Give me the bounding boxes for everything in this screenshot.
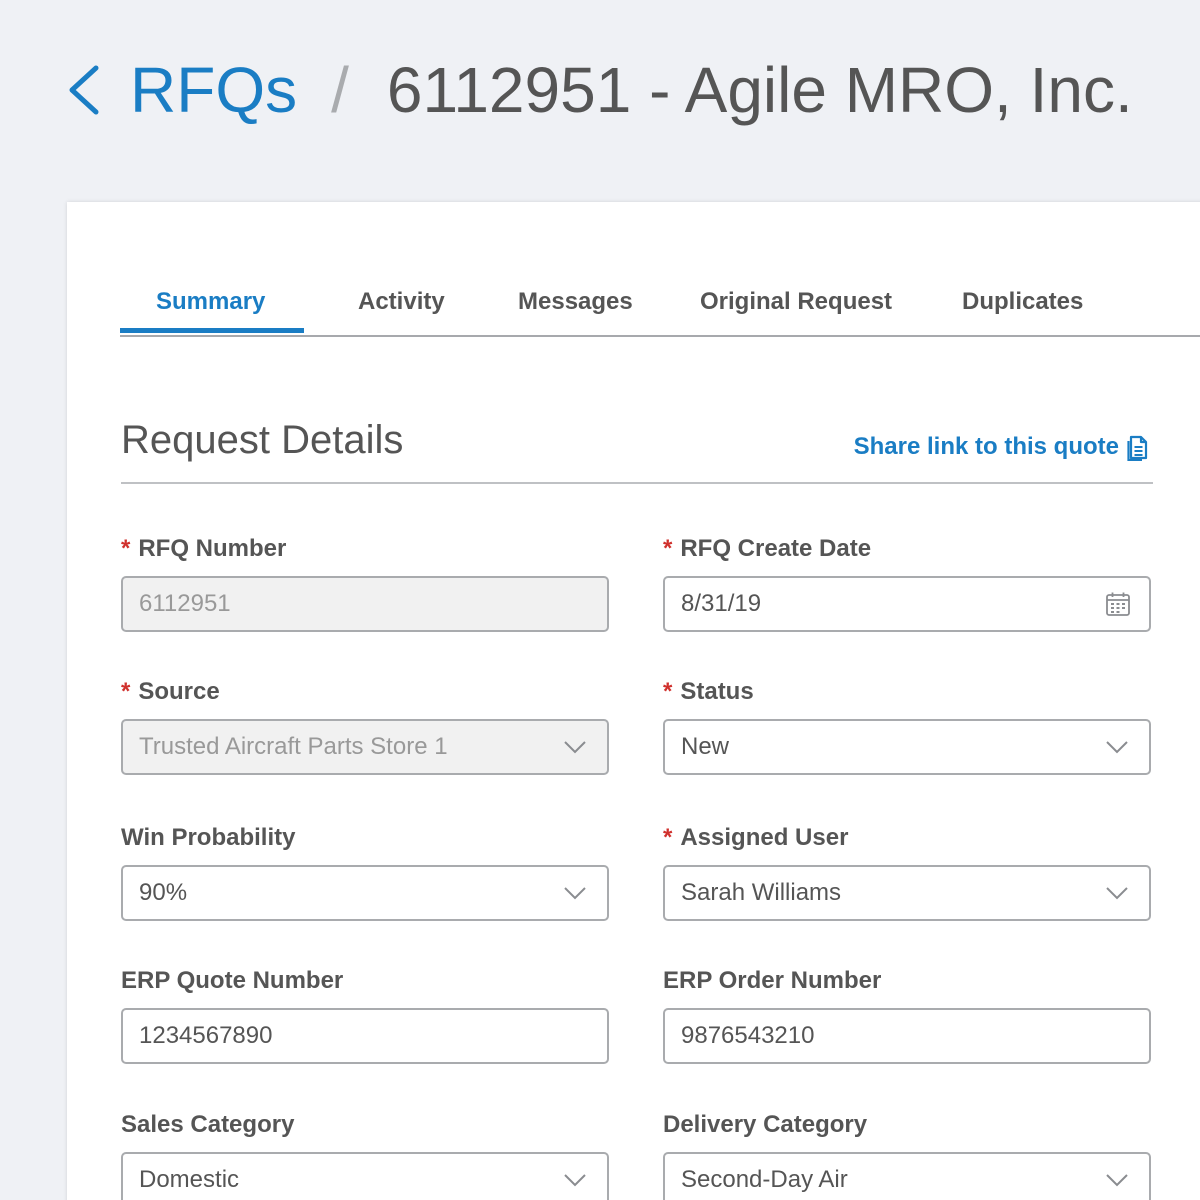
- rfq-number-value: 6112951: [139, 590, 231, 617]
- status-select[interactable]: New: [663, 719, 1151, 775]
- win-probability-label: Win Probability: [121, 824, 296, 851]
- field-erp-order-number: ERP Order Number 9876543210: [663, 967, 1151, 1064]
- erp-order-number-input[interactable]: 9876543210: [663, 1008, 1151, 1064]
- field-sales-category: Sales Category Domestic: [121, 1111, 609, 1200]
- assigned-user-value: Sarah Williams: [681, 879, 842, 906]
- required-marker: *: [121, 535, 131, 562]
- chevron-down-icon: [564, 1174, 586, 1187]
- assigned-user-select[interactable]: Sarah Williams: [663, 865, 1151, 921]
- rfq-number-input[interactable]: 6112951: [121, 576, 609, 632]
- win-probability-select[interactable]: 90%: [121, 865, 609, 921]
- field-delivery-category: Delivery Category Second-Day Air: [663, 1111, 1151, 1200]
- field-source: * Source Trusted Aircraft Parts Store 1: [121, 678, 609, 775]
- calendar-icon[interactable]: [1105, 591, 1131, 617]
- share-link-label: Share link to this quote: [853, 433, 1119, 460]
- tab-duplicates[interactable]: Duplicates: [962, 288, 1083, 316]
- chevron-down-icon: [1106, 1174, 1128, 1187]
- delivery-category-value: Second-Day Air: [681, 1166, 848, 1193]
- chevron-down-icon: [1106, 741, 1128, 754]
- erp-quote-number-input[interactable]: 1234567890: [121, 1008, 609, 1064]
- win-probability-value: 90%: [139, 879, 188, 906]
- erp-quote-number-label: ERP Quote Number: [121, 967, 344, 994]
- page-title: 6112951 - Agile MRO, Inc.: [386, 54, 1133, 126]
- breadcrumb-separator: /: [331, 54, 349, 126]
- chevron-down-icon: [564, 887, 586, 900]
- field-win-probability: Win Probability 90%: [121, 824, 609, 921]
- status-label: * Status: [663, 678, 754, 705]
- field-assigned-user: * Assigned User Sarah Williams: [663, 824, 1151, 921]
- breadcrumb: RFQs / 6112951 - Agile MRO, Inc.: [66, 58, 1133, 122]
- tab-original-request[interactable]: Original Request: [700, 288, 892, 316]
- chevron-down-icon: [1106, 887, 1128, 900]
- delivery-category-label: Delivery Category: [663, 1111, 868, 1138]
- tab-messages[interactable]: Messages: [518, 288, 633, 316]
- rfq-create-date-value: 8/31/19: [681, 590, 762, 617]
- sales-category-select[interactable]: Domestic: [121, 1152, 609, 1200]
- chevron-left-icon: [69, 65, 99, 115]
- sales-category-label: Sales Category: [121, 1111, 295, 1138]
- field-erp-quote-number: ERP Quote Number 1234567890: [121, 967, 609, 1064]
- share-link-button[interactable]: Share link to this quote: [854, 433, 1149, 461]
- source-label: * Source: [121, 678, 220, 705]
- assigned-user-label: * Assigned User: [663, 824, 849, 851]
- document-copy-icon: [1127, 435, 1148, 461]
- back-to-rfqs-link[interactable]: RFQs: [66, 58, 297, 122]
- field-status: * Status New: [663, 678, 1151, 775]
- section-title: Request Details: [121, 418, 404, 462]
- tab-bar: Summary Activity Messages Original Reque…: [120, 271, 1200, 337]
- tab-activity[interactable]: Activity: [358, 288, 445, 316]
- rfq-number-label: * RFQ Number: [121, 535, 287, 562]
- rfq-create-date-label: * RFQ Create Date: [663, 535, 872, 562]
- rfq-detail-card: Summary Activity Messages Original Reque…: [67, 202, 1200, 1200]
- section-header: Request Details Share link to this quote: [121, 418, 1153, 484]
- tab-summary[interactable]: Summary: [156, 288, 265, 316]
- status-value: New: [681, 733, 730, 760]
- rfq-create-date-input[interactable]: 8/31/19: [663, 576, 1151, 632]
- field-rfq-create-date: * RFQ Create Date 8/31/19: [663, 535, 1151, 632]
- erp-order-number-value: 9876543210: [681, 1022, 815, 1049]
- required-marker: *: [663, 824, 673, 851]
- chevron-down-icon: [564, 741, 586, 754]
- sales-category-value: Domestic: [139, 1166, 240, 1193]
- required-marker: *: [121, 678, 131, 705]
- breadcrumb-rfqs-label: RFQs: [130, 54, 298, 126]
- field-rfq-number: * RFQ Number 6112951: [121, 535, 609, 632]
- source-select[interactable]: Trusted Aircraft Parts Store 1: [121, 719, 609, 775]
- erp-order-number-label: ERP Order Number: [663, 967, 882, 994]
- active-tab-indicator: [120, 328, 304, 333]
- delivery-category-select[interactable]: Second-Day Air: [663, 1152, 1151, 1200]
- required-marker: *: [663, 678, 673, 705]
- required-marker: *: [663, 535, 673, 562]
- source-value: Trusted Aircraft Parts Store 1: [139, 733, 448, 760]
- erp-quote-number-value: 1234567890: [139, 1022, 273, 1049]
